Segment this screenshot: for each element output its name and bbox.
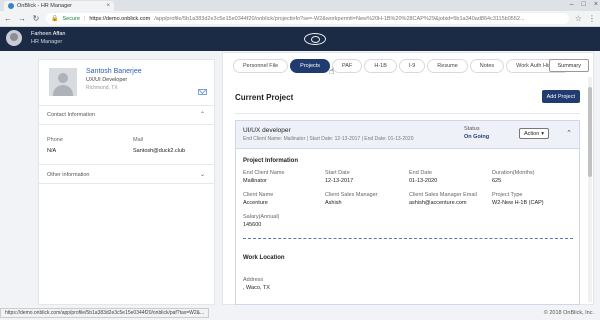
action-label: Action — [524, 130, 540, 137]
project-type-label: Project Type — [492, 192, 523, 198]
project-info-title: Project Information — [243, 158, 299, 164]
start-date-value: 12-13-2017 — [325, 178, 354, 184]
profile-panel: Santosh Banerjee UX/UI Developer Richmon… — [38, 59, 215, 305]
maximize-icon[interactable]: □ — [582, 0, 586, 10]
project-name: UI/UX developer — [243, 127, 291, 134]
end-date-value: 01-13-2020 — [409, 178, 438, 184]
url-input[interactable]: 🔒 Secure | https://demo.onblick.com/app/… — [46, 13, 569, 24]
phone-value: N/A — [47, 148, 57, 154]
client-sales-manager-email-value: ashish@accenture.com — [409, 200, 467, 206]
address-bar: ← → ↻ 🔒 Secure | https://demo.onblick.co… — [0, 11, 600, 27]
tab-notes[interactable]: Notes — [469, 59, 505, 73]
tab-paf[interactable]: PAF — [332, 59, 363, 73]
browser-tab-strip: OnBlick - HR Manager × – □ × — [0, 0, 600, 11]
secure-label: Secure — [62, 15, 80, 22]
copyright-text: © 2018 OnBlick, Inc. — [543, 310, 594, 316]
onblick-logo-icon[interactable] — [304, 33, 326, 45]
main-panel: Personnel File Projects PAF H-1B I-9 Resume No… — [222, 52, 594, 305]
browser-tab[interactable]: OnBlick - HR Manager × — [4, 1, 114, 11]
address-label: Address — [243, 277, 264, 283]
other-info-title[interactable]: Other information — [47, 172, 90, 178]
close-window-icon[interactable]: × — [594, 0, 598, 10]
client-sales-manager-email-label: Client Sales Manager Email — [409, 192, 477, 198]
reload-icon[interactable]: ↻ — [32, 14, 40, 23]
caret-down-icon: ▾ — [541, 130, 545, 137]
lock-icon: 🔒 — [51, 16, 59, 22]
duration-label: Duration(Months) — [492, 170, 535, 176]
end-client-name-value: Mailinator — [243, 178, 267, 184]
phone-label: Phone — [47, 137, 63, 143]
employee-name: Santosh Banerjee — [86, 68, 142, 75]
client-name-label: Client Name — [243, 192, 274, 198]
salary-label: Salary(Annual) — [243, 214, 280, 220]
back-icon[interactable]: ← — [4, 14, 12, 23]
chevron-up-icon[interactable]: ⌃ — [200, 111, 205, 118]
action-button[interactable]: Action ▾ — [519, 128, 550, 139]
tab-personnel-file[interactable]: Personnel File — [233, 59, 289, 73]
browser-status-url: https://demo.onblick.com/app/profile/5b1… — [0, 308, 210, 318]
status-label: Status — [464, 126, 480, 132]
project-card-header[interactable]: UI/UX developer End Client Name: Mailina… — [236, 121, 579, 149]
url-host: https://demo.onblick.com — [89, 15, 151, 22]
tab-resume[interactable]: Resume — [427, 59, 468, 73]
profile-photo — [49, 68, 77, 96]
close-tab-icon[interactable]: × — [106, 3, 110, 9]
divider — [235, 113, 580, 114]
mail-label: Mail — [133, 137, 144, 143]
start-date-label: Start Date — [325, 170, 350, 176]
tab-projects[interactable]: Projects — [290, 59, 331, 73]
salary-value: 145600 — [243, 222, 262, 228]
main-scrollbar[interactable] — [588, 77, 592, 302]
duration-value: 625 — [492, 178, 502, 184]
tab-i-9[interactable]: I-9 — [398, 59, 426, 73]
client-sales-manager-label: Client Sales Manager — [325, 192, 378, 198]
contact-section-title[interactable]: Contact Information — [47, 112, 95, 118]
client-sales-manager-value: Ashish — [325, 200, 342, 206]
work-location-title: Work Location — [243, 255, 285, 261]
forward-icon[interactable]: → — [18, 14, 26, 23]
address-value: , Waco, TX — [243, 285, 270, 291]
mouse-pointer-icon: ☝ — [329, 66, 335, 76]
client-name-value: Accenture — [243, 200, 268, 206]
app-header: Farheen Affan HR Manager — [0, 27, 600, 51]
favicon-icon — [8, 3, 14, 9]
other-info-section: Other information ⌄ — [39, 164, 214, 184]
tab-h-1b[interactable]: H-1B — [364, 59, 397, 73]
window-controls: – □ × — [570, 0, 598, 10]
profile-tabs: Personnel File Projects PAF H-1B I-9 Resume No… — [233, 59, 571, 73]
summary-button[interactable]: Summary — [549, 59, 589, 72]
collapse-icon[interactable]: ⌃ — [566, 129, 572, 137]
browser-menu-icon[interactable]: ⋮ — [588, 14, 596, 23]
user-name: Farheen Affan — [31, 31, 66, 37]
user-role: HR Manager — [31, 39, 63, 45]
minimize-icon[interactable]: – — [570, 0, 574, 10]
url-path: /app/profile/5b1a383d2e3c5e15e0344f20/on… — [154, 15, 525, 22]
mail-icon[interactable] — [198, 89, 207, 95]
employee-location: Richmond, TX — [86, 85, 118, 91]
current-project-title: Current Project — [235, 93, 294, 102]
end-client-name-label: End Client Name — [243, 170, 285, 176]
browser-tab-title: OnBlick - HR Manager — [17, 3, 73, 9]
status-value: On Going — [464, 134, 490, 140]
project-card: UI/UX developer End Client Name: Mailina… — [235, 120, 580, 305]
section-divider — [243, 238, 573, 239]
add-project-button[interactable]: Add Project — [541, 90, 580, 103]
mail-value: Santosh@duck2.club — [133, 148, 186, 154]
end-date-label: End Date — [409, 170, 432, 176]
employee-title: UX/UI Developer — [86, 77, 128, 83]
user-avatar[interactable] — [6, 30, 22, 46]
project-meta: End Client Name: Mailinator | Start Date… — [243, 136, 414, 142]
project-type-value: W2-New H-1B (CAP) — [492, 200, 544, 206]
bookmark-star-icon[interactable]: ☆ — [575, 14, 582, 23]
contact-section: Contact Information ⌃ Phone Mail N/A San… — [39, 105, 214, 165]
chevron-down-icon[interactable]: ⌄ — [200, 171, 205, 178]
scrollbar-thumb[interactable] — [588, 87, 592, 177]
